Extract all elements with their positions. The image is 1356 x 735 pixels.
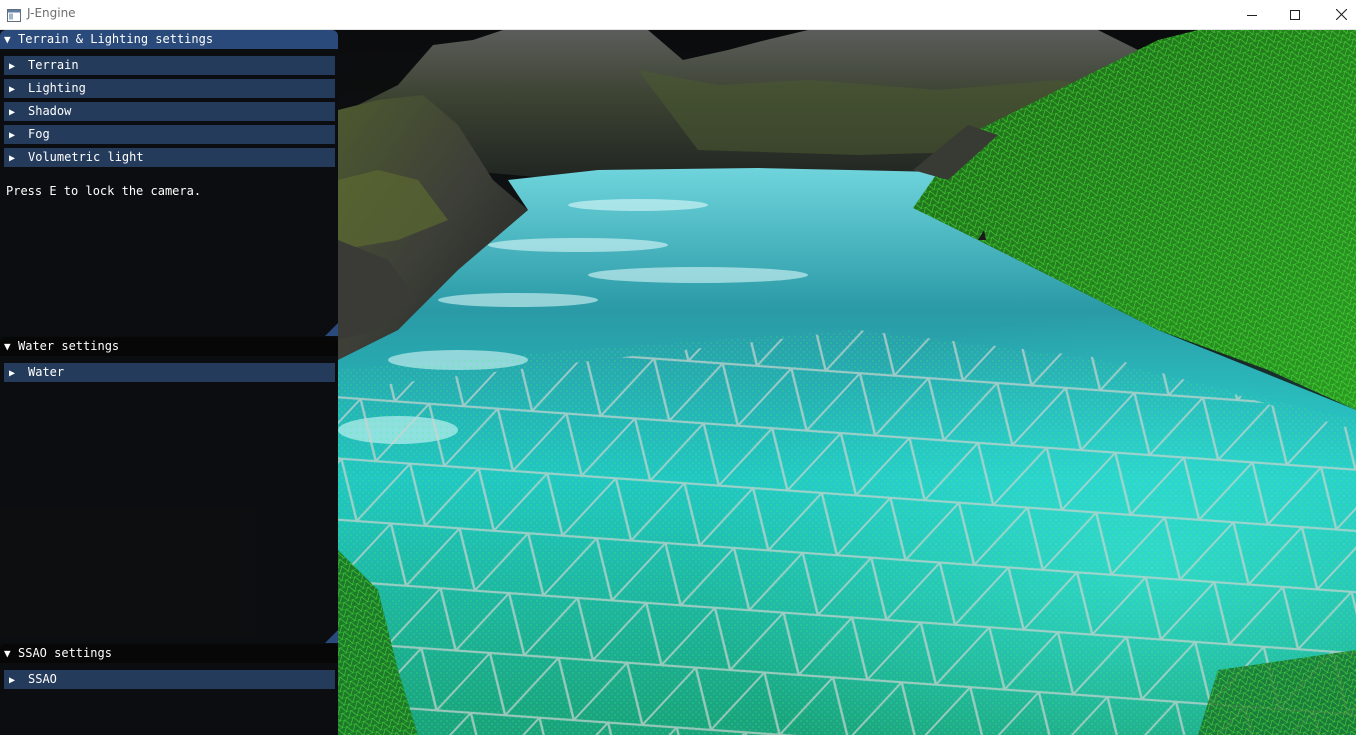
tree-node-label: Fog — [28, 127, 50, 141]
panel-title: Water settings — [18, 339, 120, 353]
collapse-triangle-icon: ▼ — [4, 340, 11, 353]
resize-grip-icon[interactable] — [325, 630, 338, 643]
tree-node-lighting[interactable]: ▶ Lighting — [4, 79, 335, 98]
tree-node-label: Volumetric light — [28, 150, 144, 164]
expand-arrow-icon: ▶ — [9, 675, 16, 686]
tree-node-ssao[interactable]: ▶ SSAO — [4, 670, 335, 689]
ssao-panel: ▼ SSAO settings ▶ SSAO — [0, 644, 338, 735]
terrain-water-render — [338, 30, 1356, 735]
app-window-icon — [7, 7, 21, 22]
tree-node-fog[interactable]: ▶ Fog — [4, 125, 335, 144]
collapse-triangle-icon: ▼ — [4, 33, 11, 46]
panel-title: SSAO settings — [18, 646, 112, 660]
tree-node-label: Lighting — [28, 81, 86, 95]
water-panel-header[interactable]: ▼ Water settings — [0, 337, 338, 356]
resize-grip-icon[interactable] — [325, 323, 338, 336]
panel-title: Terrain & Lighting settings — [18, 32, 214, 46]
close-button[interactable] — [1318, 0, 1356, 29]
tree-node-label: Shadow — [28, 104, 72, 118]
minimize-icon — [1247, 14, 1257, 16]
close-icon — [1335, 9, 1347, 20]
window-titlebar[interactable]: J-Engine — [0, 0, 1356, 30]
scene-viewport[interactable] — [338, 30, 1356, 735]
minimize-button[interactable] — [1229, 0, 1275, 29]
tree-node-volumetric-light[interactable]: ▶ Volumetric light — [4, 148, 335, 167]
expand-arrow-icon: ▶ — [9, 84, 16, 95]
ssao-panel-header[interactable]: ▼ SSAO settings — [0, 644, 338, 663]
camera-lock-hint: Press E to lock the camera. — [6, 184, 202, 198]
tree-node-label: Water — [28, 365, 65, 379]
terrain-lighting-panel: ▼ Terrain & Lighting settings ▶ Terrain ▶ L… — [0, 30, 338, 336]
tree-node-shadow[interactable]: ▶ Shadow — [4, 102, 335, 121]
water-panel: ▼ Water settings ▶ Water — [0, 337, 338, 643]
window-title: J-Engine — [27, 6, 76, 20]
tree-node-water[interactable]: ▶ Water — [4, 363, 335, 382]
maximize-button[interactable] — [1272, 0, 1318, 29]
expand-arrow-icon: ▶ — [9, 107, 16, 118]
expand-arrow-icon: ▶ — [9, 368, 16, 379]
expand-arrow-icon: ▶ — [9, 153, 16, 164]
tree-node-terrain[interactable]: ▶ Terrain — [4, 56, 335, 75]
tree-node-label: Terrain — [28, 58, 79, 72]
tree-node-label: SSAO — [28, 672, 57, 686]
maximize-icon — [1290, 9, 1300, 20]
expand-arrow-icon: ▶ — [9, 130, 16, 141]
terrain-lighting-panel-header[interactable]: ▼ Terrain & Lighting settings — [0, 30, 338, 49]
collapse-triangle-icon: ▼ — [4, 647, 11, 660]
expand-arrow-icon: ▶ — [9, 61, 16, 72]
